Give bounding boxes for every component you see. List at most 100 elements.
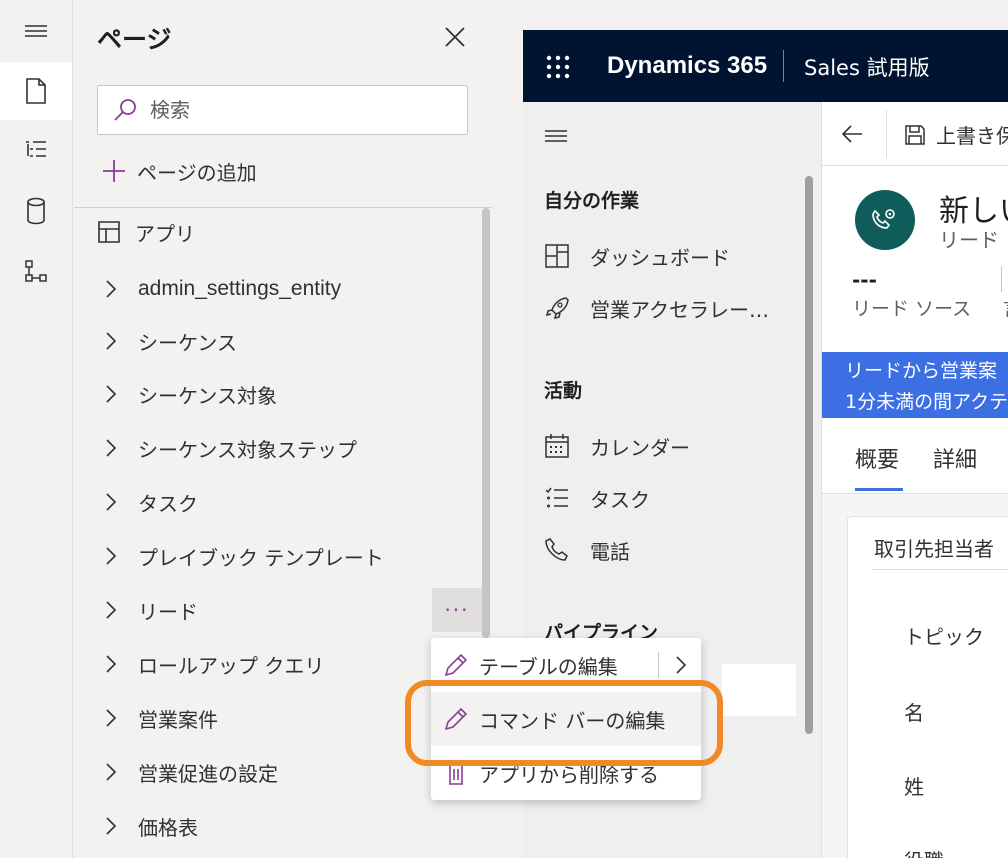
tree-item-label: シーケンス [138, 330, 237, 355]
tree-root-app[interactable]: アプリ [97, 216, 195, 248]
header-field-label: リード ソース [852, 298, 972, 320]
banner-line: 1分未満の間アクテ [845, 391, 1008, 413]
save-button[interactable]: 上書き保 [904, 120, 1008, 149]
chevron-right-icon [106, 439, 117, 457]
chevron-right-icon [106, 547, 117, 565]
scrollbar[interactable] [805, 176, 813, 734]
sitemap-item-dashboard[interactable]: ダッシュボード [544, 239, 730, 273]
page-icon[interactable] [0, 62, 72, 120]
waffle-icon[interactable] [546, 55, 570, 83]
tree-icon[interactable] [0, 121, 72, 179]
form-area: 上書き保 新しい リード --- リード ソース 言 リードから営業案 1分未満… [821, 102, 1008, 858]
tree-item-label: 営業促進の設定 [138, 761, 278, 786]
sitemap-group-label: 自分の作業 [544, 190, 640, 212]
header-field-value: --- [852, 268, 877, 292]
pages-panel: ページ ページの追加 アプリ admin_settings_entity シーケ… [74, 0, 492, 858]
avatar [855, 190, 915, 250]
header-field-label: 言 [1003, 294, 1008, 321]
search-input[interactable] [150, 86, 450, 134]
tree-item[interactable]: リード [104, 590, 198, 630]
app-title: Dynamics 365 [607, 52, 768, 79]
chevron-right-icon [106, 817, 117, 835]
tree-item[interactable]: 営業促進の設定 [104, 752, 278, 792]
tree-item[interactable]: シーケンス [104, 321, 237, 361]
pencil-icon [444, 707, 468, 731]
hamburger-icon[interactable] [0, 2, 72, 60]
back-arrow-icon[interactable] [840, 122, 864, 150]
tree-item[interactable]: 価格表 [104, 806, 198, 846]
close-icon[interactable] [442, 24, 468, 50]
sitemap-item-label: 電話 [590, 539, 630, 564]
tree-item-label: 価格表 [138, 815, 198, 840]
command-bar: 上書き保 [822, 102, 1008, 166]
panel-title: ページ [97, 25, 172, 54]
add-page-label: ページの追加 [137, 160, 257, 185]
lead-phone-gear-icon [872, 209, 895, 229]
phone-icon [545, 538, 568, 561]
chevron-right-icon [106, 280, 117, 298]
form-section-card: 取引先担当者 トピック 名 姓 役職 [847, 516, 1008, 858]
hamburger-icon[interactable] [544, 128, 568, 148]
tree-item-label: プレイブック テンプレート [138, 545, 384, 570]
left-rail [0, 0, 73, 858]
divider [872, 569, 1008, 570]
menu-item-edit-table[interactable]: テーブルの編集 [431, 638, 701, 692]
sitemap-item-label: 営業アクセラレー… [590, 297, 769, 322]
tree-item[interactable]: 営業案件 [104, 698, 218, 738]
field-label: 姓 [904, 775, 924, 799]
chevron-right-icon [106, 493, 117, 511]
tree-item[interactable]: タスク [104, 482, 198, 522]
section-title: 取引先担当者 [874, 537, 994, 561]
sitemap-item-label: ダッシュボード [590, 245, 730, 270]
chevron-right-icon[interactable] [674, 654, 688, 676]
menu-item-label: アプリから削除する [479, 762, 659, 787]
add-page-button[interactable]: ページの追加 [101, 154, 257, 188]
tree-item-label: タスク [138, 491, 198, 516]
tree-item[interactable]: プレイブック テンプレート [104, 536, 384, 576]
tree-item[interactable]: シーケンス対象ステップ [104, 428, 357, 468]
sitemap-item-task[interactable]: タスク [544, 481, 650, 515]
flow-icon[interactable] [0, 242, 72, 300]
dashboard-icon [545, 244, 569, 268]
field-label: トピック [904, 625, 984, 649]
top-bar: Dynamics 365 Sales 試用版 [523, 30, 1008, 102]
app-layout-icon [98, 221, 120, 243]
sitemap-selected-item[interactable] [722, 664, 796, 716]
tree-item[interactable]: admin_settings_entity [104, 269, 341, 309]
tree-root-label: アプリ [135, 221, 195, 246]
more-options-button[interactable]: ··· [432, 588, 482, 632]
tab-summary[interactable]: 概要 [855, 442, 899, 474]
rocket-icon [545, 297, 569, 320]
record-header: 新しい リード --- リード ソース 言 [822, 166, 1008, 352]
tree-item-label: シーケンス対象 [138, 383, 277, 408]
divider [658, 652, 659, 678]
tab-details[interactable]: 詳細 [933, 442, 977, 474]
divider [886, 110, 887, 158]
chevron-right-icon [106, 332, 117, 350]
tree-item-label: ロールアップ クエリ [138, 653, 325, 678]
divider [74, 207, 492, 208]
active-tab-indicator [855, 488, 903, 491]
menu-item-edit-command-bar[interactable]: コマンド バーの編集 [431, 692, 701, 746]
pencil-icon [444, 653, 468, 677]
tree-item[interactable]: シーケンス対象 [104, 374, 277, 414]
menu-item-remove-from-app[interactable]: アプリから削除する [431, 746, 701, 800]
tree-item[interactable]: ロールアップ クエリ [104, 644, 324, 684]
save-icon [905, 124, 925, 145]
search-box [97, 85, 468, 135]
chevron-right-icon [106, 655, 117, 673]
context-menu: テーブルの編集 コマンド バーの編集 アプリから削除する [431, 638, 701, 800]
search-icon [112, 97, 138, 127]
calendar-icon [545, 434, 569, 458]
sitemap-item-calendar[interactable]: カレンダー [544, 429, 690, 463]
save-label: 上書き保 [936, 124, 1008, 148]
sitemap-item-phone[interactable]: 電話 [544, 533, 630, 567]
plus-icon [103, 160, 125, 182]
record-type: リード [939, 228, 999, 252]
chevron-right-icon [106, 601, 117, 619]
chevron-right-icon [106, 385, 117, 403]
database-icon[interactable] [0, 182, 72, 240]
sitemap-item-accelerator[interactable]: 営業アクセラレー… [544, 291, 769, 325]
sitemap-item-label: カレンダー [590, 435, 690, 460]
scrollbar[interactable] [482, 208, 490, 638]
